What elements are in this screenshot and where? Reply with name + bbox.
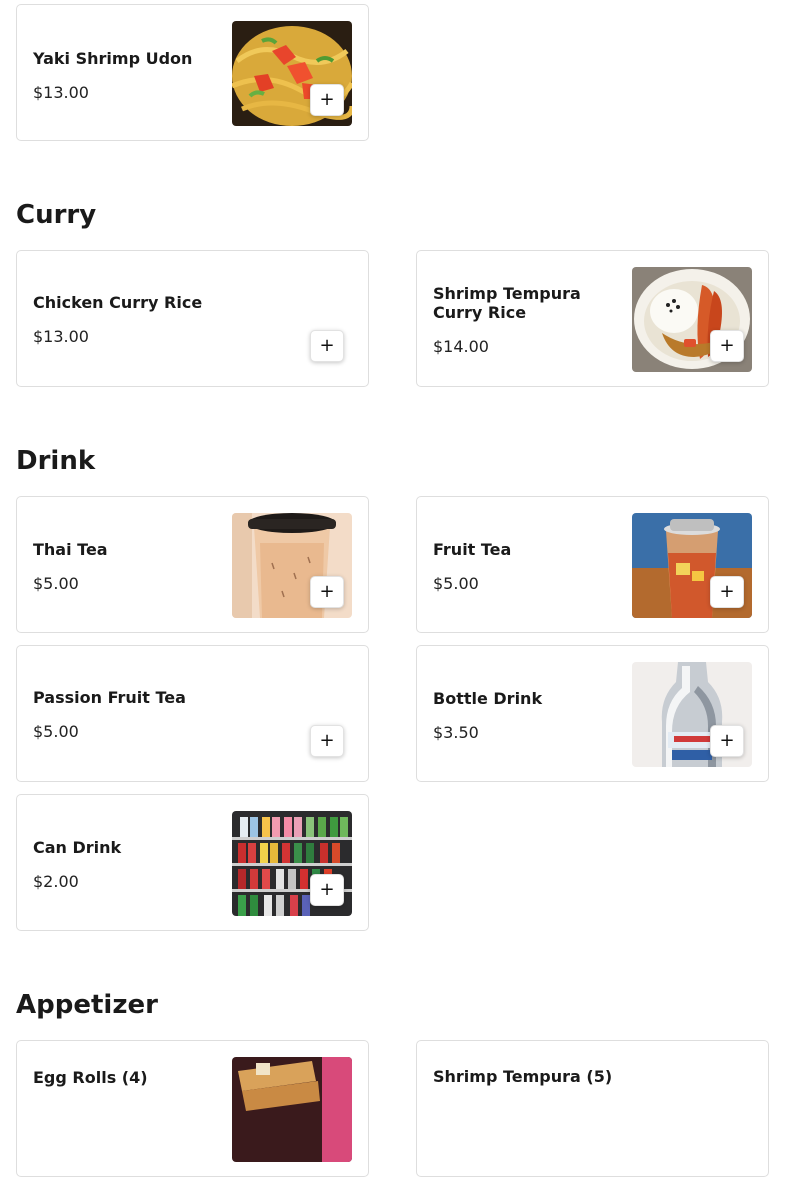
add-to-cart-button[interactable]: + <box>310 84 344 116</box>
menu-item-card[interactable]: Fruit Tea $5.00 + <box>416 496 769 633</box>
menu-item-card[interactable]: Yaki Shrimp Udon $13.00 + <box>16 4 369 141</box>
menu-item-price: $3.50 <box>433 723 479 742</box>
menu-item-price: $2.00 <box>33 872 79 891</box>
add-to-cart-button[interactable]: + <box>310 874 344 906</box>
add-to-cart-button[interactable]: + <box>310 330 344 362</box>
menu-item-name: Bottle Drink <box>433 689 543 708</box>
menu-item-name: Thai Tea <box>33 540 108 559</box>
menu-item-card[interactable]: Shrimp Tempura Curry Rice $14.00 + <box>416 250 769 387</box>
menu-item-price: $5.00 <box>33 574 79 593</box>
add-to-cart-button[interactable]: + <box>710 576 744 608</box>
menu-item-name: Shrimp Tempura (5) <box>433 1067 613 1086</box>
add-to-cart-button[interactable]: + <box>310 725 344 757</box>
menu-item-name: Chicken Curry Rice <box>33 293 203 312</box>
menu-item-price: $5.00 <box>433 574 479 593</box>
add-to-cart-button[interactable]: + <box>310 576 344 608</box>
menu-item-name: Fruit Tea <box>433 540 512 559</box>
menu-item-price: $14.00 <box>433 337 489 356</box>
menu-item-card[interactable]: Egg Rolls (4) <box>16 1040 369 1177</box>
menu-item-card[interactable]: Chicken Curry Rice $13.00 + <box>16 250 369 387</box>
menu-item-photo <box>232 1057 352 1162</box>
menu-item-card[interactable]: Passion Fruit Tea $5.00 + <box>16 645 369 782</box>
menu-item-card[interactable]: Can Drink $2.00 + <box>16 794 369 931</box>
menu-item-name: Shrimp Tempura Curry Rice <box>433 284 581 322</box>
section-title-drink: Drink <box>16 446 96 476</box>
add-to-cart-button[interactable]: + <box>710 725 744 757</box>
menu-item-card[interactable]: Shrimp Tempura (5) <box>416 1040 769 1177</box>
section-title-appetizer: Appetizer <box>16 990 158 1020</box>
menu-item-card[interactable]: Thai Tea $5.00 + <box>16 496 369 633</box>
menu-item-name: Can Drink <box>33 838 122 857</box>
menu-item-price: $13.00 <box>33 83 89 102</box>
menu-item-card[interactable]: Bottle Drink $3.50 + <box>416 645 769 782</box>
section-title-curry: Curry <box>16 200 97 230</box>
menu-item-name: Passion Fruit Tea <box>33 688 186 707</box>
menu-item-price: $5.00 <box>33 722 79 741</box>
add-to-cart-button[interactable]: + <box>710 330 744 362</box>
menu-item-price: $13.00 <box>33 327 89 346</box>
menu-item-name: Yaki Shrimp Udon <box>33 49 193 68</box>
menu-item-name: Egg Rolls (4) <box>33 1068 148 1087</box>
